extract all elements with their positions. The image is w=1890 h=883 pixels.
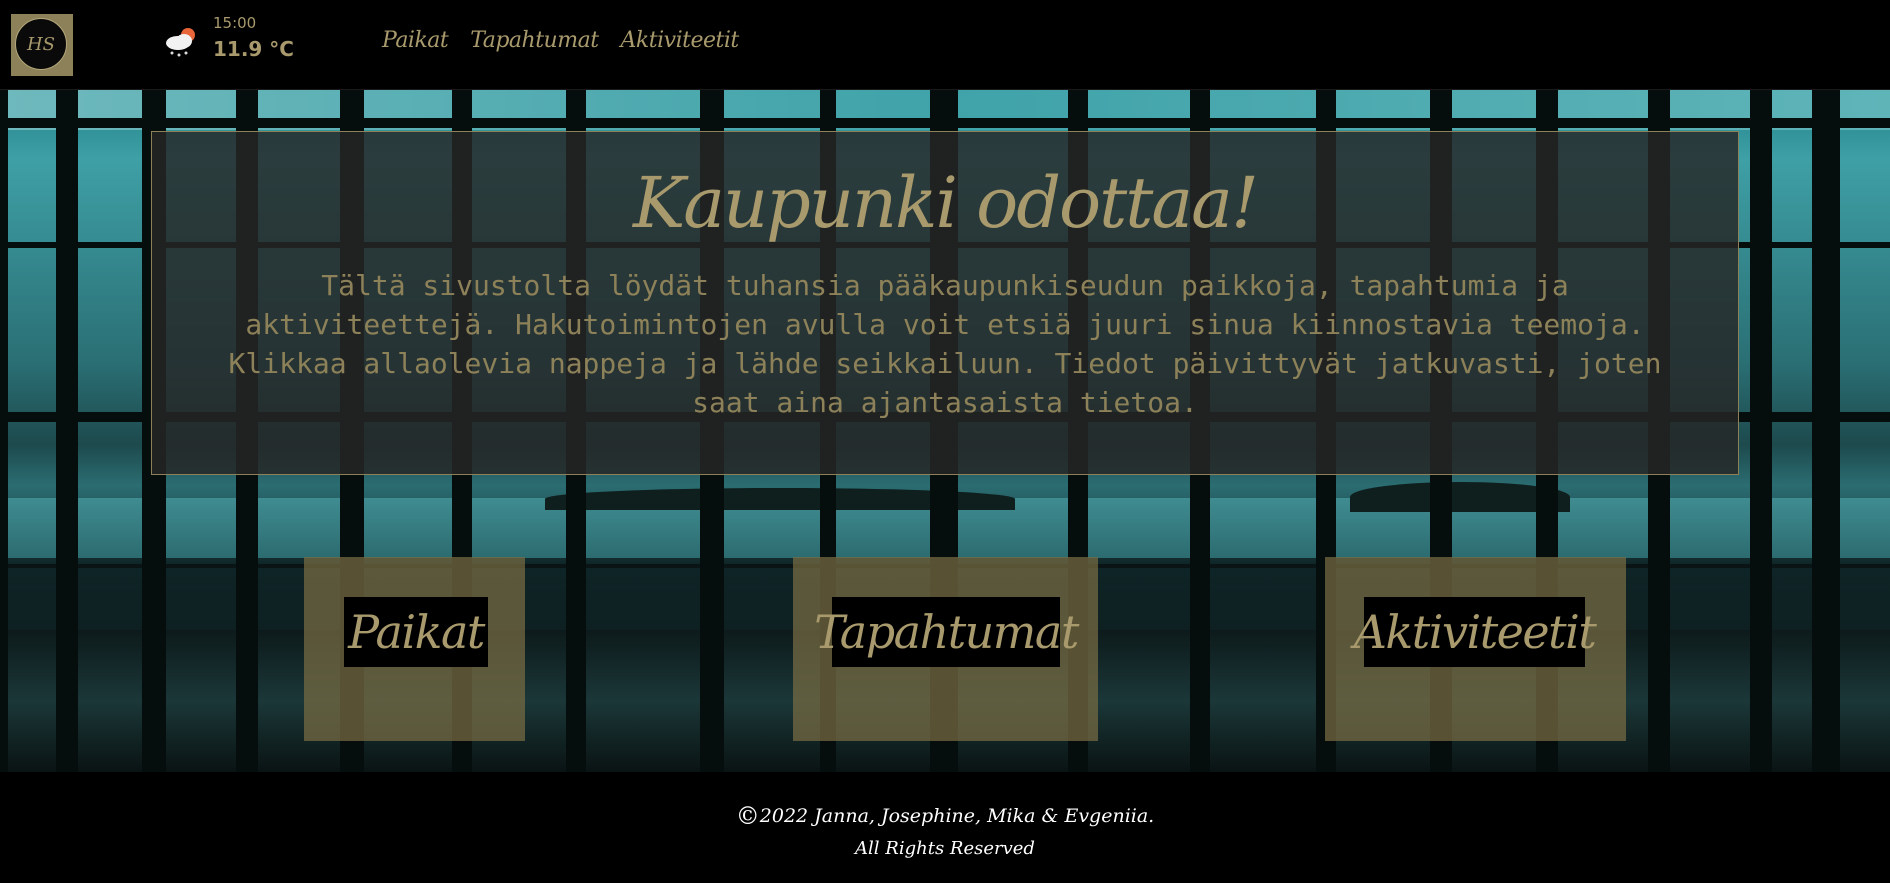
nav-link-tapahtumat[interactable]: Tapahtumat — [470, 28, 599, 53]
copyright-text: 2022 Janna, Josephine, Mika & Evgeniia. — [759, 805, 1155, 827]
page-title: Kaupunki odottaa! — [632, 162, 1259, 244]
nav-link-paikat[interactable]: Paikat — [382, 28, 449, 53]
site-logo[interactable]: HS — [11, 14, 73, 76]
nav-link-aktiviteetit[interactable]: Aktiviteetit — [621, 28, 740, 53]
site-footer: ©2022 Janna, Josephine, Mika & Evgeniia.… — [0, 772, 1890, 883]
logo-monogram: HS — [15, 18, 67, 70]
paikat-button[interactable]: Paikat — [344, 597, 488, 667]
copyright-symbol: © — [735, 802, 760, 830]
tapahtumat-button[interactable]: Tapahtumat — [814, 597, 1079, 667]
weather-temperature: 11.9 °C — [213, 37, 294, 61]
aktiviteetit-button[interactable]: Aktiviteetit — [1354, 597, 1597, 667]
card-paikat: Paikat — [304, 557, 525, 741]
card-aktiviteetit: Aktiviteetit — [1325, 557, 1626, 741]
site-header: HS 15:00 11.9 °C Paikat Tapahtumat Aktiv… — [0, 0, 1890, 91]
rights-reserved: All Rights Reserved — [855, 838, 1035, 859]
cloud-sun-rain-icon — [166, 28, 195, 57]
hero-section: Kaupunki odottaa! Tältä sivustolta löydä… — [0, 90, 1890, 772]
intro-text: Tältä sivustolta löydät tuhansia pääkaup… — [228, 269, 1662, 419]
intro-panel: Kaupunki odottaa! Tältä sivustolta löydä… — [151, 131, 1739, 475]
main-nav: Paikat Tapahtumat Aktiviteetit — [382, 28, 739, 53]
card-tapahtumat: Tapahtumat — [793, 557, 1098, 741]
copyright-line: ©2022 Janna, Josephine, Mika & Evgeniia. — [0, 802, 1890, 830]
weather-time: 15:00 — [213, 14, 257, 32]
